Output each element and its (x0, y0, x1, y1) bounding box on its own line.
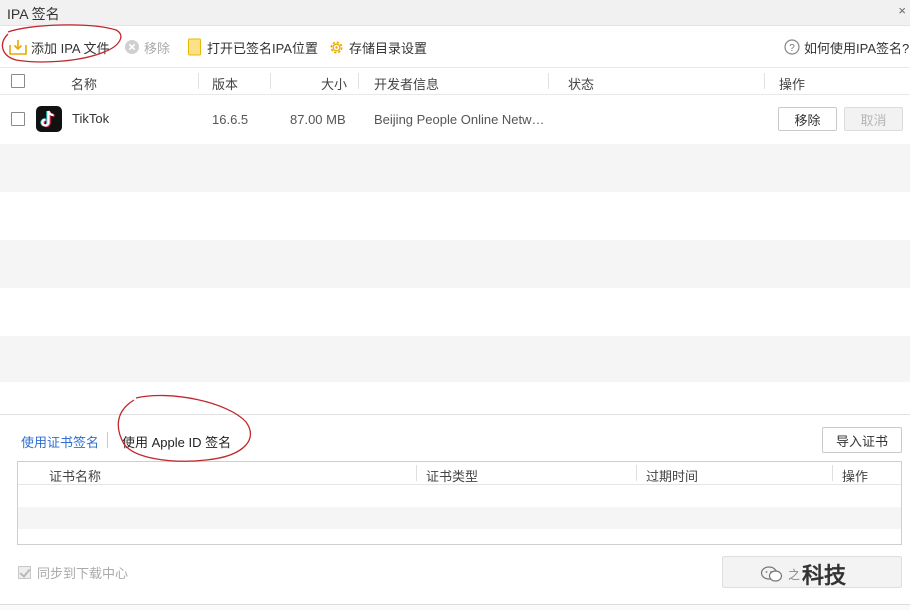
table-row[interactable]: TikTok 16.6.5 87.00 MB Beijing People On… (0, 96, 910, 144)
remove-toolbar-label: 移除 (144, 40, 171, 56)
add-ipa-label: 添加 IPA 文件 (31, 40, 110, 56)
sync-download-checkbox[interactable]: 同步到下载中心 (18, 563, 128, 582)
add-ipa-button[interactable]: 添加 IPA 文件 (9, 27, 110, 67)
import-cert-button[interactable]: 导入证书 (822, 427, 902, 453)
tiktok-app-icon (36, 106, 62, 132)
ipa-list-header: 名称 版本 大小 开发者信息 状态 操作 (0, 67, 910, 95)
tab-appleid-sign[interactable]: 使用 Apple ID 签名 (122, 432, 231, 451)
remove-toolbar-button[interactable]: 移除 (124, 27, 170, 67)
cert-col-name: 证书名称 (49, 469, 102, 484)
col-name: 名称 (71, 77, 98, 92)
col-separator[interactable] (764, 73, 765, 89)
watermark-text: 科技 (802, 563, 847, 588)
toolbar: 添加 IPA 文件 移除 打开已签名IPA位置 存储目录设置 ? 如何使用IPA… (0, 27, 910, 67)
wechat-logo-icon (760, 566, 783, 582)
col-developer: 开发者信息 (374, 77, 440, 92)
title-bar: IPA 签名 × (0, 0, 910, 26)
help-label: 如何使用IPA签名? (804, 40, 910, 56)
list-item (0, 240, 910, 288)
cert-table-header: 证书名称 证书类型 过期时间 操作 (18, 462, 901, 485)
cancel-row-button[interactable]: 取消 (844, 107, 903, 131)
open-signed-location-button[interactable]: 打开已签名IPA位置 (187, 27, 318, 67)
storage-settings-label: 存储目录设置 (349, 40, 428, 56)
col-separator[interactable] (636, 465, 637, 481)
svg-text:?: ? (789, 43, 795, 54)
col-action: 操作 (779, 77, 806, 92)
section-divider (0, 414, 910, 415)
col-status: 状态 (568, 77, 595, 92)
remove-circle-icon (125, 40, 139, 54)
cert-table: 证书名称 证书类型 过期时间 操作 (17, 461, 902, 545)
table-row (18, 507, 901, 529)
import-icon (9, 40, 27, 55)
sync-label: 同步到下载中心 (37, 566, 129, 581)
table-row (18, 485, 901, 507)
col-version: 版本 (212, 77, 239, 92)
annotation-circle (117, 394, 251, 462)
col-size: 大小 (321, 77, 348, 92)
col-separator[interactable] (270, 73, 271, 89)
sync-checkbox-box (18, 566, 31, 579)
col-separator[interactable] (832, 465, 833, 481)
gear-icon (330, 41, 343, 53)
music-note-icon (40, 110, 55, 128)
folder-icon (188, 38, 201, 56)
col-separator[interactable] (358, 73, 359, 89)
open-signed-location-label: 打开已签名IPA位置 (207, 40, 318, 56)
list-item (0, 192, 910, 240)
list-item (0, 288, 910, 336)
window-title: IPA 签名 (7, 6, 60, 22)
remove-row-button[interactable]: 移除 (778, 107, 837, 131)
cert-col-expiry: 过期时间 (646, 469, 699, 484)
col-separator[interactable] (416, 465, 417, 481)
row-checkbox[interactable] (11, 112, 25, 126)
app-version: 16.6.5 (212, 112, 249, 127)
list-item (0, 144, 910, 192)
tab-cert-sign[interactable]: 使用证书签名 (21, 432, 99, 451)
tab-separator (107, 432, 108, 448)
watermark-small-text: 之 (788, 567, 801, 582)
help-icon: ? (784, 39, 800, 55)
help-link[interactable]: ? 如何使用IPA签名? (784, 27, 909, 67)
select-all-checkbox[interactable] (11, 74, 25, 88)
watermark: 之 科技 (760, 558, 846, 590)
storage-settings-button[interactable]: 存储目录设置 (328, 27, 427, 67)
cert-col-action: 操作 (842, 469, 869, 484)
col-separator[interactable] (548, 73, 549, 89)
col-separator[interactable] (198, 73, 199, 89)
close-icon[interactable]: × (898, 3, 906, 18)
list-item (0, 336, 910, 382)
cert-col-type: 证书类型 (426, 469, 479, 484)
app-name: TikTok (72, 111, 110, 126)
bottom-strip (0, 604, 910, 610)
app-size: 87.00 MB (290, 112, 346, 127)
app-developer: Beijing People Online Netw… (374, 112, 545, 127)
